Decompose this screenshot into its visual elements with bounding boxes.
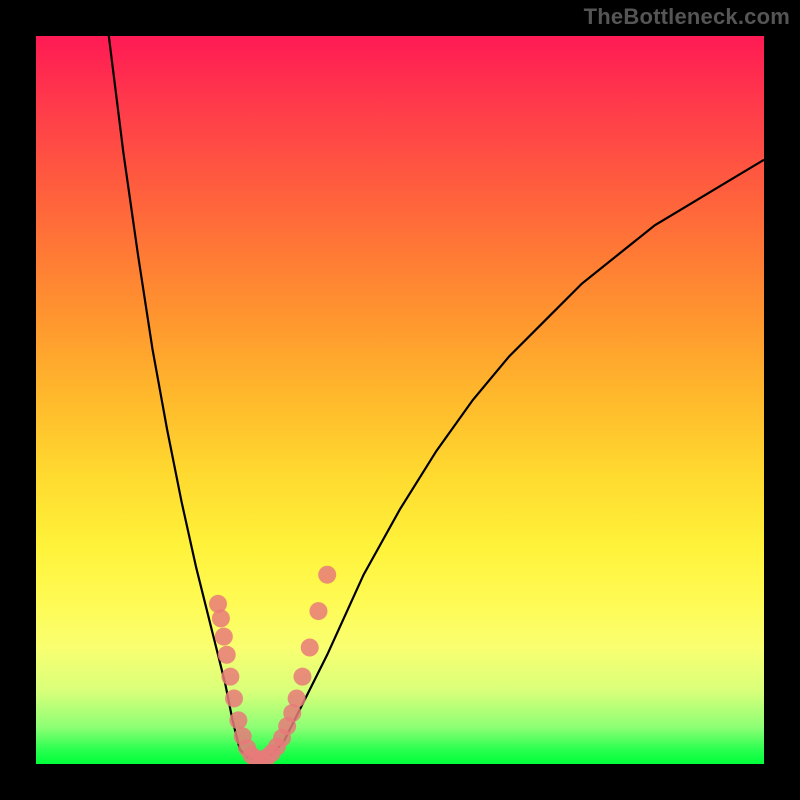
marker-dot	[318, 566, 336, 584]
marker-dot	[218, 646, 236, 664]
marker-dot	[225, 689, 243, 707]
marker-dot	[229, 711, 247, 729]
marker-dot	[288, 689, 306, 707]
marker-dot	[221, 668, 239, 686]
marker-dots	[209, 566, 336, 764]
marker-dot	[215, 628, 233, 646]
curve-lines	[109, 36, 764, 760]
v-curve	[109, 36, 764, 760]
marker-dot	[301, 639, 319, 657]
marker-dot	[309, 602, 327, 620]
marker-dot	[212, 609, 230, 627]
chart-frame: TheBottleneck.com	[0, 0, 800, 800]
watermark-text: TheBottleneck.com	[584, 4, 790, 30]
marker-dot	[293, 668, 311, 686]
plot-area	[36, 36, 764, 764]
chart-svg	[36, 36, 764, 764]
